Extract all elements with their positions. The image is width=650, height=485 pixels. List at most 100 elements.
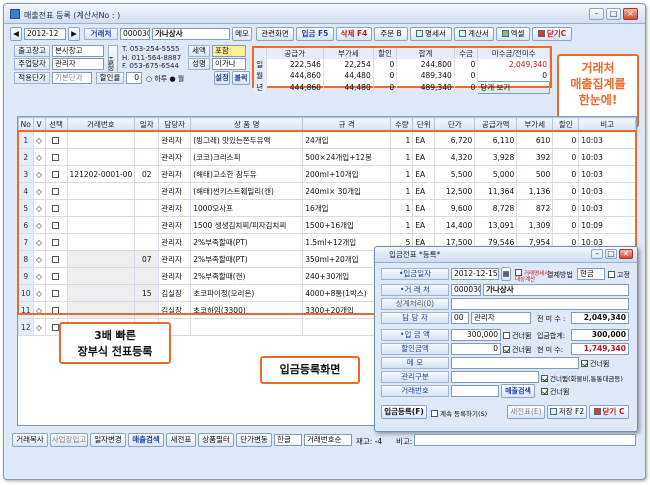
dialog-customer-code[interactable]: 000030 [451, 284, 481, 296]
bottom-sales-search-button[interactable]: 매출검색 [128, 433, 164, 447]
row-marker-icon[interactable]: ◇ [32, 182, 46, 200]
table-row[interactable]: 2 ◇ 관리자 (코코)크리스피 500×24개입+12봉 1 EA 4,320 3,928 39… [18, 148, 636, 166]
checkbox-icon[interactable] [51, 153, 59, 161]
mode-toggle[interactable]: 거래명세서 대상계산 [515, 269, 549, 283]
checkbox-icon[interactable] [51, 136, 59, 144]
copy-tx-button[interactable]: 거래복사 [12, 433, 48, 447]
grid-cell[interactable] [66, 148, 136, 166]
grid-cell[interactable]: 6,110 [474, 131, 518, 149]
grid-cell[interactable]: 13,091 [474, 216, 518, 234]
grid-cell[interactable]: 초코하임(3300) [190, 301, 304, 319]
grid-cell[interactable]: 4,320 [434, 148, 476, 166]
tx-skip-toggle[interactable]: 건너뜀 [541, 387, 569, 397]
grid-cell[interactable]: 10:03 [578, 131, 636, 149]
grid-cell[interactable]: 121202-0001-00 [66, 165, 136, 183]
col-header[interactable]: 선택 [44, 117, 68, 132]
tx-skip-checkbox[interactable] [541, 388, 548, 395]
amount-field[interactable]: 300,000 [451, 329, 501, 341]
grid-cell[interactable]: 관리자 [158, 182, 192, 200]
grid-cell[interactable]: 1500 생생김치찌/피자김치찌 [190, 216, 304, 234]
grid-cell[interactable]: 김실장 [158, 284, 192, 302]
grid-cell[interactable]: EA [412, 165, 436, 183]
rounding-options[interactable]: ○ 하투 ● 월 [146, 74, 184, 84]
grid-cell[interactable] [134, 148, 160, 166]
grid-cell[interactable]: 240ml× 30개입 [302, 182, 392, 200]
grid-cell[interactable]: 2%부족할때(PT) [190, 233, 304, 251]
grid-cell[interactable] [134, 267, 160, 285]
manager-select[interactable]: 관리자 [52, 58, 104, 70]
continue-checkbox[interactable] [431, 410, 438, 417]
pay-method-select[interactable]: 현금 [577, 268, 605, 280]
row-marker-icon[interactable]: ◇ [32, 301, 46, 319]
dialog-manager-code[interactable]: 00 [451, 312, 469, 324]
grid-cell[interactable] [66, 250, 136, 268]
grid-cell[interactable] [66, 199, 136, 217]
language-select[interactable]: 한글 [274, 434, 302, 446]
grid-cell[interactable]: 07 [134, 250, 160, 268]
grid-cell[interactable]: 392 [516, 148, 554, 166]
table-row[interactable]: 4 ◇ 관리자 (해태)썬키스트훼밀리(캔) 240ml× 30개입 1 EA 12,500 1… [18, 182, 636, 200]
sales-search-button[interactable]: 매출검색 [501, 384, 535, 398]
grid-cell[interactable]: 1 [390, 131, 414, 149]
block-button[interactable]: 블럭 [232, 71, 250, 85]
grid-cell[interactable]: 0 [552, 165, 580, 183]
grid-cell[interactable]: 0 [552, 216, 580, 234]
row-marker-icon[interactable]: ◇ [32, 216, 46, 234]
fixed-toggle[interactable]: 고정 [608, 270, 630, 280]
grid-cell[interactable] [190, 318, 304, 336]
col-header[interactable]: 할인 [552, 117, 580, 132]
row-select-checkbox[interactable] [44, 216, 68, 234]
continue-toggle[interactable]: 계속 등록하기(S) [431, 408, 487, 418]
price-select[interactable]: 기본단가 [52, 72, 92, 84]
search-mode-select[interactable]: 거래번호순 [304, 434, 352, 446]
grid-cell[interactable] [134, 182, 160, 200]
grid-cell[interactable] [66, 233, 136, 251]
disc-field[interactable]: 0 [451, 343, 501, 355]
table-row[interactable]: 5 ◇ 관리자 1000오사프 16개입 1 EA 9,600 8,728 872 0 10:03 [18, 199, 636, 217]
grid-cell[interactable]: 14,400 [434, 216, 476, 234]
grid-cell[interactable]: (코코)크리스피 [190, 148, 304, 166]
grid-cell[interactable]: 0 [552, 199, 580, 217]
grid-cell[interactable]: 관리자 [158, 165, 192, 183]
settings-button[interactable]: 설정 [214, 71, 230, 85]
col-header[interactable]: 거래번호 [66, 117, 136, 132]
grid-cell[interactable]: (해태)썬키스트훼밀리(캔) [190, 182, 304, 200]
grid-cell[interactable]: 872 [516, 199, 554, 217]
grid-cell[interactable] [66, 182, 136, 200]
grid-cell[interactable]: 관리자 [158, 233, 192, 251]
grid-cell[interactable]: 0 [552, 148, 580, 166]
product-filter-button[interactable]: 상품필터 [198, 433, 234, 447]
statement-button[interactable]: 명세서 [410, 27, 452, 41]
grid-cell[interactable] [134, 199, 160, 217]
grid-cell[interactable]: (빙그레) 맛있는쫀두유맥 [190, 131, 304, 149]
col-header[interactable]: 수량 [390, 117, 414, 132]
grid-cell[interactable]: 관리자 [158, 131, 192, 149]
grid-cell[interactable]: (해태)고소한 참두유 [190, 165, 304, 183]
row-marker-icon[interactable]: ◇ [32, 131, 46, 149]
grid-cell[interactable]: EA [412, 199, 436, 217]
col-header[interactable]: 담당자 [158, 117, 192, 132]
grid-cell[interactable]: 24개입 [302, 131, 392, 149]
checkbox-icon[interactable] [51, 238, 59, 246]
next-month-arrow-icon[interactable]: ▶ [68, 27, 80, 41]
row-marker-icon[interactable]: ◇ [32, 199, 46, 217]
discount-field[interactable]: 0 [126, 72, 142, 84]
dialog-manager-name[interactable]: 관리자 [471, 312, 531, 324]
checkbox-icon[interactable] [51, 289, 59, 297]
grid-cell[interactable]: 1 [390, 148, 414, 166]
customer-code-field[interactable]: 000030 [120, 28, 150, 40]
table-row[interactable]: 1 ◇ 관리자 (빙그레) 맛있는쫀두유맥 24개입 1 EA 6,720 6,110 610 0 1… [18, 131, 636, 149]
minimize-button[interactable]: – [589, 8, 604, 20]
type-select[interactable] [451, 371, 539, 383]
col-header[interactable]: 부가세 [516, 117, 554, 132]
note-field[interactable] [414, 434, 636, 446]
row-select-checkbox[interactable] [44, 148, 68, 166]
table-row[interactable]: 3 ◇ 121202-0001-00 02 관리자 (해태)고소한 참두유 200ml+10… [18, 165, 636, 183]
grid-cell[interactable]: 8,728 [474, 199, 518, 217]
disc-skip-checkbox[interactable] [503, 346, 510, 353]
grid-cell[interactable]: 5,500 [434, 165, 476, 183]
delete-f4-button[interactable]: 삭제 F4 [336, 27, 372, 41]
row-select-checkbox[interactable] [44, 165, 68, 183]
grid-cell[interactable] [66, 267, 136, 285]
grid-cell[interactable]: 10:03 [578, 199, 636, 217]
